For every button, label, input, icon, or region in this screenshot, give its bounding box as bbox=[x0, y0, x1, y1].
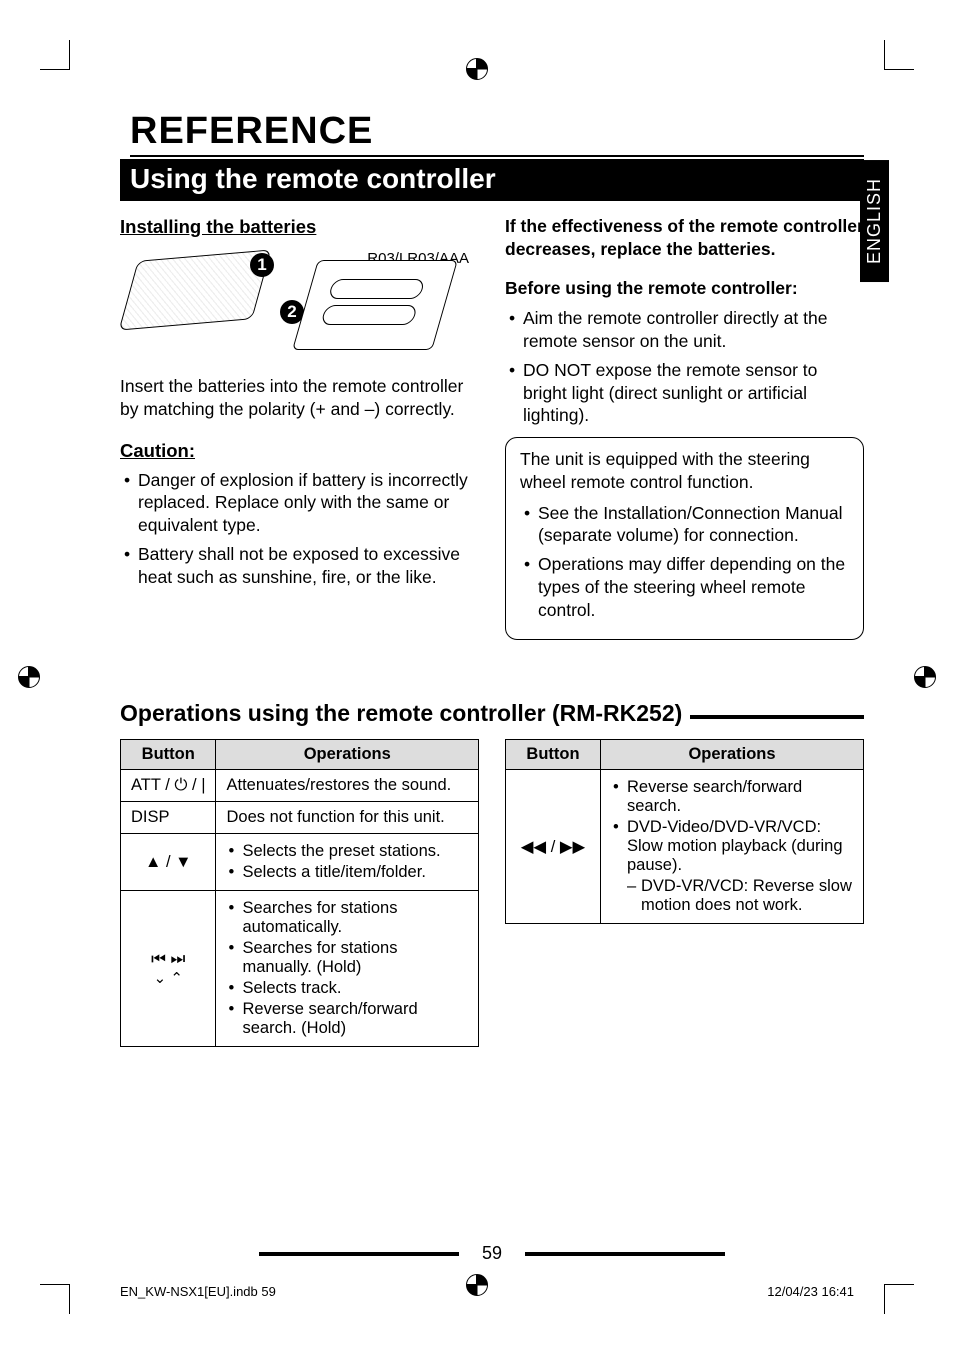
info-box-list: See the Installation/Connection Manual (… bbox=[520, 502, 849, 622]
button-cell: DISP bbox=[121, 802, 216, 834]
crop-mark bbox=[884, 40, 914, 70]
page-number: 59 bbox=[482, 1243, 502, 1263]
operations-table: Button Operations ATT / ⏻ / | Attenuates… bbox=[120, 739, 479, 1047]
ops-item: Reverse search/forward search. bbox=[611, 778, 853, 816]
heading-rule bbox=[690, 715, 864, 719]
before-item: Aim the remote controller directly at th… bbox=[505, 307, 864, 353]
crop-mark bbox=[40, 1284, 70, 1314]
steering-wheel-info-box: The unit is equipped with the steering w… bbox=[505, 437, 864, 640]
battery-illustration: R03/LR03/AAA 1 2 bbox=[120, 245, 479, 365]
crop-mark bbox=[884, 1284, 914, 1314]
ops-item: Selects the preset stations. bbox=[226, 842, 468, 861]
skip-prev-next-icon: ⏮ ⏭ bbox=[151, 950, 185, 968]
section-heading: Using the remote controller bbox=[120, 159, 864, 201]
table-row: DISP Does not function for this unit. bbox=[121, 802, 479, 834]
operations-heading: Operations using the remote controller (… bbox=[120, 700, 864, 727]
info-box-item: See the Installation/Connection Manual (… bbox=[520, 502, 849, 548]
page-content: ENGLISH REFERENCE Using the remote contr… bbox=[120, 110, 864, 1264]
footer-filename: EN_KW-NSX1[EU].indb 59 bbox=[120, 1284, 276, 1299]
page-number-bar: 59 bbox=[120, 1243, 864, 1264]
att-power-label: ATT / ⏻ / | bbox=[131, 776, 205, 794]
table-row: ◀◀ / ▶▶ Reverse search/forward search. D… bbox=[506, 770, 864, 924]
batteries-icon bbox=[292, 260, 458, 350]
before-list: Aim the remote controller directly at th… bbox=[505, 307, 864, 427]
ops-item: Selects a title/item/folder. bbox=[226, 863, 468, 882]
registration-mark-icon bbox=[466, 58, 488, 80]
before-item: DO NOT expose the remote sensor to brigh… bbox=[505, 359, 864, 427]
caution-list: Danger of explosion if battery is incorr… bbox=[120, 469, 479, 589]
crop-mark bbox=[40, 40, 70, 70]
remote-outline-icon bbox=[119, 250, 272, 331]
insert-instructions: Insert the batteries into the remote con… bbox=[120, 375, 479, 421]
rewind-ffwd-icon: ◀◀ / ▶▶ bbox=[521, 838, 586, 856]
caution-item: Battery shall not be exposed to excessiv… bbox=[120, 543, 479, 589]
table-header-row: Button Operations bbox=[506, 740, 864, 770]
operations-heading-text: Operations using the remote controller (… bbox=[120, 700, 682, 727]
info-box-intro: The unit is equipped with the steering w… bbox=[520, 448, 849, 494]
ops-item: Searches for stations automatically. bbox=[226, 899, 468, 937]
col-operations: Operations bbox=[601, 740, 864, 770]
ops-cell: Searches for stations automatically. Sea… bbox=[216, 891, 479, 1047]
ops-item: DVD-Video/DVD-VR/VCD: Slow motion playba… bbox=[611, 818, 853, 875]
ops-item: Selects track. bbox=[226, 979, 468, 998]
table-row: ⏮ ⏭ ⌄ ⌃ Searches for stations automatica… bbox=[121, 891, 479, 1047]
ops-cell: Attenuates/restores the sound. bbox=[216, 770, 479, 802]
caution-item: Danger of explosion if battery is incorr… bbox=[120, 469, 479, 537]
page-rule bbox=[525, 1252, 725, 1256]
info-box-item: Operations may differ depending on the t… bbox=[520, 553, 849, 621]
ops-sub-item: DVD-VR/VCD: Reverse slow motion does not… bbox=[611, 877, 853, 915]
table-header-row: Button Operations bbox=[121, 740, 479, 770]
table-left: Button Operations ATT / ⏻ / | Attenuates… bbox=[120, 739, 479, 1047]
table-right: Button Operations ◀◀ / ▶▶ Reverse search… bbox=[505, 739, 864, 1047]
registration-mark-icon bbox=[18, 666, 40, 688]
left-column: Installing the batteries R03/LR03/AAA 1 … bbox=[120, 215, 479, 640]
caution-heading: Caution: bbox=[120, 439, 479, 463]
page-rule bbox=[259, 1252, 459, 1256]
col-button: Button bbox=[506, 740, 601, 770]
operations-table: Button Operations ◀◀ / ▶▶ Reverse search… bbox=[505, 739, 864, 924]
page-title: REFERENCE bbox=[130, 110, 864, 157]
effectiveness-note: If the effectiveness of the remote contr… bbox=[505, 215, 864, 261]
button-cell: ▲ / ▼ bbox=[121, 834, 216, 891]
down-up-chevron-icon: ⌄ ⌃ bbox=[154, 972, 183, 986]
ops-cell: Reverse search/forward search. DVD-Video… bbox=[601, 770, 864, 924]
button-cell: ATT / ⏻ / | bbox=[121, 770, 216, 802]
button-cell: ⏮ ⏭ ⌄ ⌃ bbox=[121, 891, 216, 1047]
callout-1: 1 bbox=[250, 253, 274, 277]
before-heading: Before using the remote controller: bbox=[505, 277, 864, 300]
operations-tables: Button Operations ATT / ⏻ / | Attenuates… bbox=[120, 739, 864, 1047]
table-row: ATT / ⏻ / | Attenuates/restores the soun… bbox=[121, 770, 479, 802]
registration-mark-icon bbox=[914, 666, 936, 688]
ops-item: Reverse search/forward search. (Hold) bbox=[226, 1000, 468, 1038]
table-row: ▲ / ▼ Selects the preset stations. Selec… bbox=[121, 834, 479, 891]
right-column: If the effectiveness of the remote contr… bbox=[505, 215, 864, 640]
installing-heading: Installing the batteries bbox=[120, 215, 479, 239]
up-down-icon: ▲ / ▼ bbox=[145, 853, 191, 871]
button-cell: ◀◀ / ▶▶ bbox=[506, 770, 601, 924]
ops-cell: Does not function for this unit. bbox=[216, 802, 479, 834]
registration-mark-icon bbox=[466, 1274, 488, 1296]
ops-cell: Selects the preset stations. Selects a t… bbox=[216, 834, 479, 891]
ops-item: Searches for stations manually. (Hold) bbox=[226, 939, 468, 977]
language-tab: ENGLISH bbox=[860, 160, 889, 282]
col-operations: Operations bbox=[216, 740, 479, 770]
col-button: Button bbox=[121, 740, 216, 770]
footer-timestamp: 12/04/23 16:41 bbox=[767, 1284, 854, 1299]
